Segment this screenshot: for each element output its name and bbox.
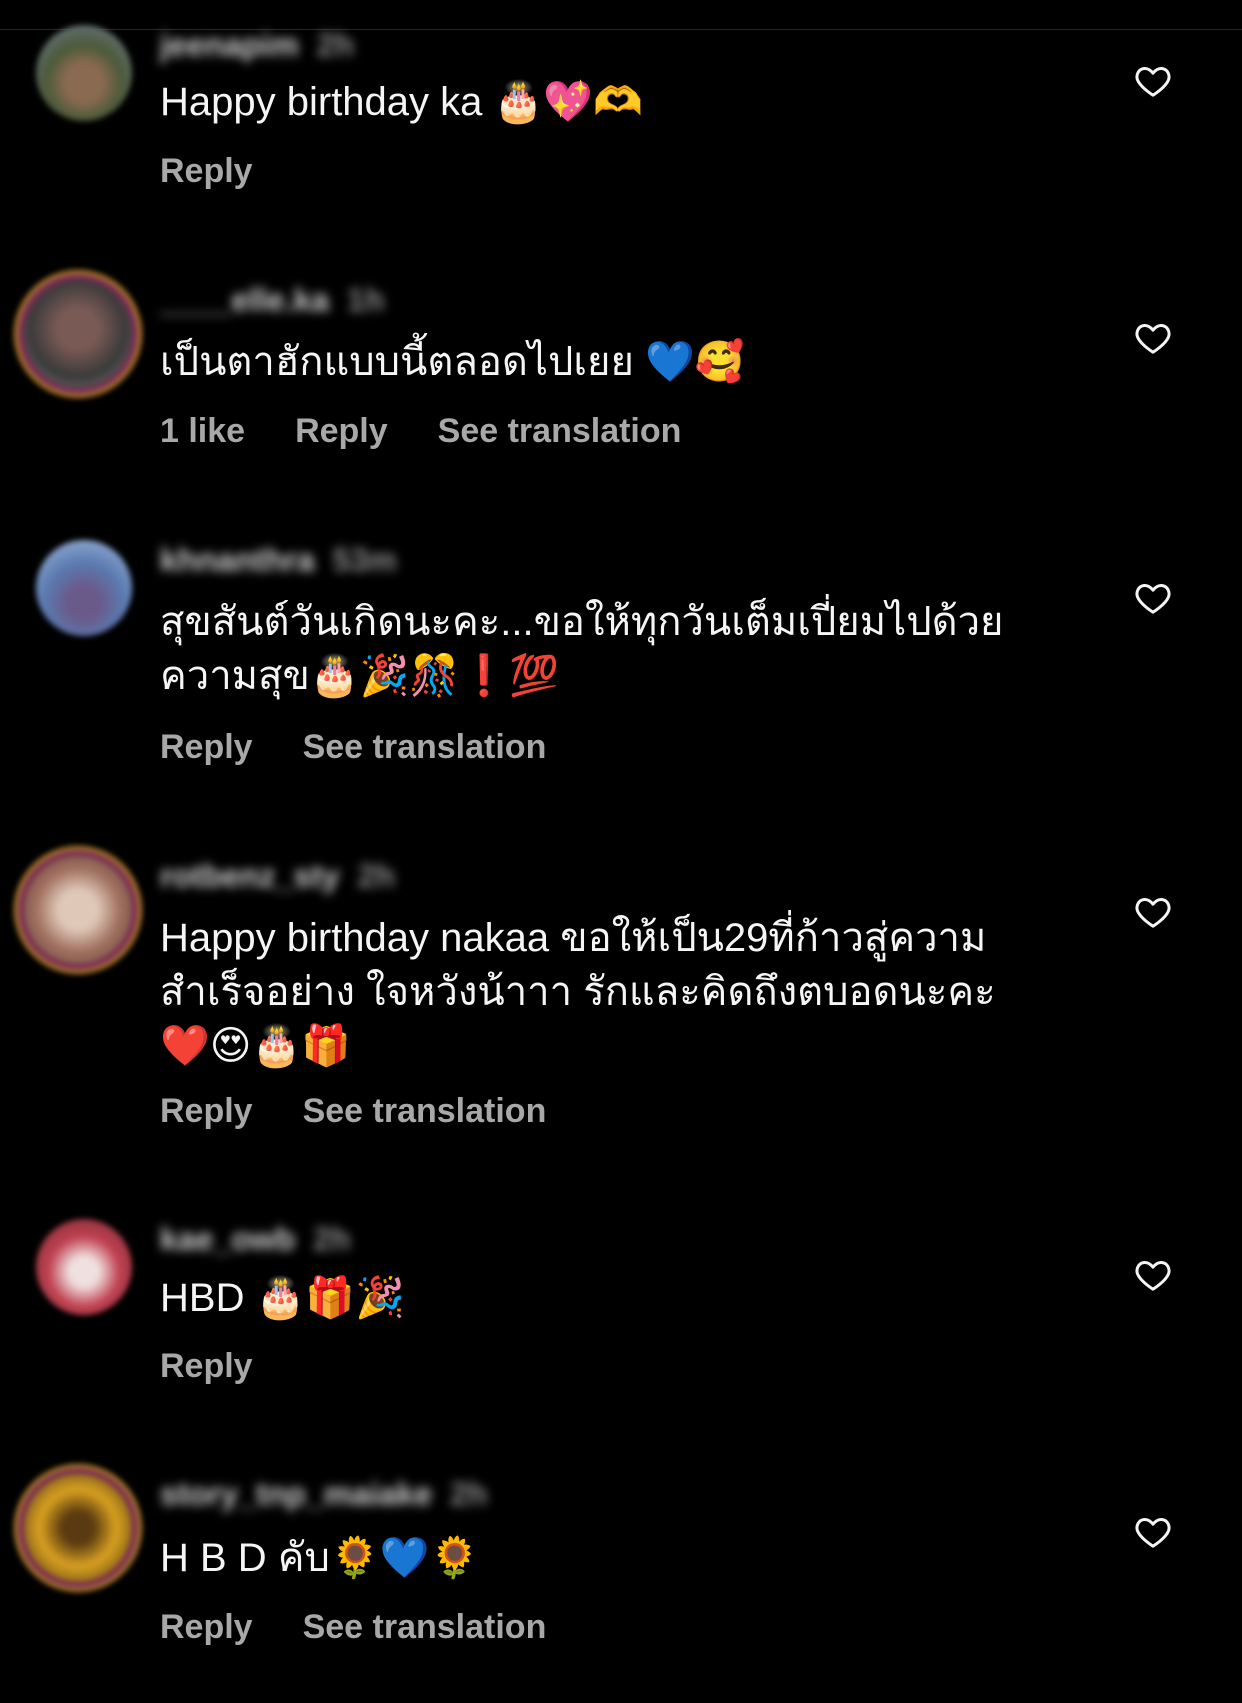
heart-icon[interactable] <box>1133 578 1173 618</box>
heart-icon[interactable] <box>1133 1255 1173 1295</box>
timestamp: 2h <box>450 1475 488 1512</box>
comment-meta: khnanthra 53m <box>160 540 397 580</box>
reply-button[interactable]: Reply <box>295 412 388 451</box>
comment-meta: ____elle.ka 1h <box>160 280 384 320</box>
username[interactable]: rotbenz_sty <box>160 858 340 895</box>
avatar[interactable] <box>36 540 132 636</box>
reply-button[interactable]: Reply <box>160 1608 253 1647</box>
username[interactable]: story_tnp_maiake <box>160 1476 432 1513</box>
timestamp: 2h <box>316 26 355 63</box>
reply-button[interactable]: Reply <box>160 152 253 191</box>
reply-button[interactable]: Reply <box>160 1347 253 1386</box>
timestamp: 1h <box>347 281 385 318</box>
timestamp: 2h <box>357 857 395 894</box>
comment-text: Happy birthday ka 🎂💖🫶 <box>160 80 643 124</box>
comment-meta: kae_owb 2h <box>160 1219 351 1259</box>
heart-icon[interactable] <box>1133 1512 1173 1552</box>
comment-text: เป็นตาฮักแบบนี้ตลอดไปเยย 💙🥰 <box>160 340 745 384</box>
comment-meta: jeenapim 2h <box>160 25 354 65</box>
username[interactable]: kae_owb <box>160 1221 295 1258</box>
comment-text: สุขสันต์วันเกิดนะคะ...ขอให้ทุกวันเต็มเปี… <box>160 600 1004 698</box>
comment-meta: story_tnp_maiake 2h <box>160 1474 487 1514</box>
heart-icon[interactable] <box>1133 318 1173 358</box>
avatar[interactable] <box>36 1219 132 1315</box>
heart-icon[interactable] <box>1133 61 1173 101</box>
reply-button[interactable]: Reply <box>160 1092 253 1131</box>
reply-button[interactable]: Reply <box>160 728 253 767</box>
comment-text: H B D คับ🌻💙🌻 <box>160 1536 480 1580</box>
avatar[interactable] <box>24 1474 132 1582</box>
heart-icon[interactable] <box>1133 892 1173 932</box>
comment-text: Happy birthday nakaa ขอให้เป็น29ที่ก้าวส… <box>160 916 996 1068</box>
avatar[interactable] <box>24 856 132 964</box>
username[interactable]: khnanthra <box>160 542 315 579</box>
see-translation-button[interactable]: See translation <box>303 1092 547 1131</box>
comment-meta: rotbenz_sty 2h <box>160 856 395 896</box>
see-translation-button[interactable]: See translation <box>438 412 682 451</box>
see-translation-button[interactable]: See translation <box>303 1608 547 1647</box>
comment-text: HBD 🎂🎁🎉 <box>160 1276 405 1320</box>
avatar[interactable] <box>36 25 132 121</box>
timestamp: 53m <box>332 541 397 578</box>
likes-count[interactable]: 1 like <box>160 412 245 451</box>
see-translation-button[interactable]: See translation <box>303 728 547 767</box>
avatar[interactable] <box>24 280 132 388</box>
username[interactable]: jeenapim <box>160 27 299 64</box>
username[interactable]: ____elle.ka <box>160 282 329 319</box>
timestamp: 2h <box>313 1220 351 1257</box>
